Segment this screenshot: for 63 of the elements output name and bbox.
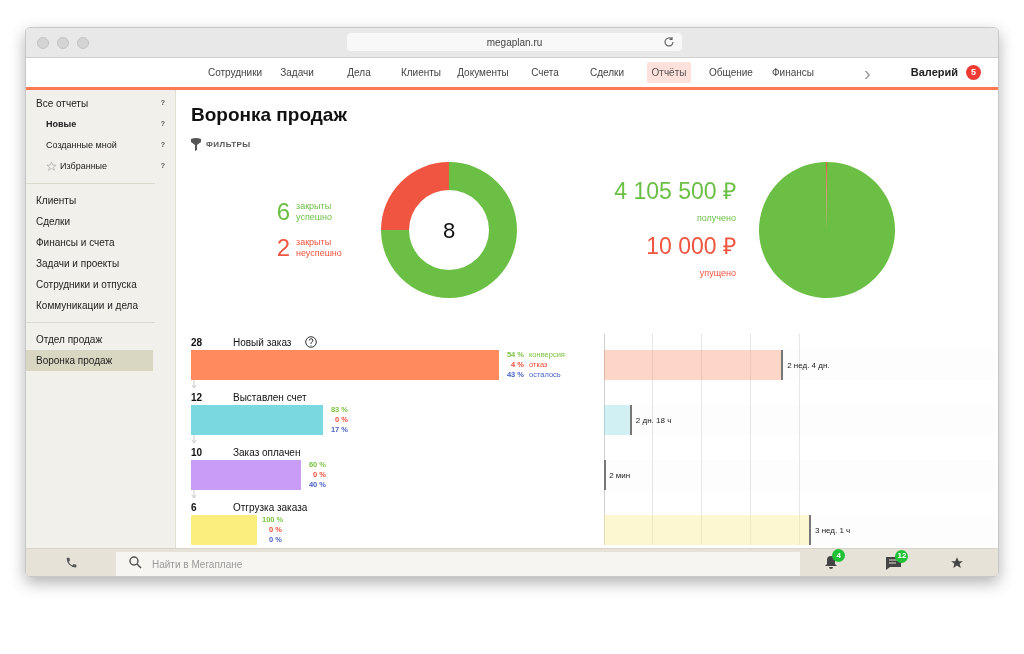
down-arrow-icon xyxy=(191,490,197,499)
nav-tab[interactable]: Сделки xyxy=(584,62,630,83)
stat-value: 10 000 ₽ xyxy=(646,235,736,258)
reload-icon[interactable] xyxy=(663,36,675,48)
search-field[interactable]: Найти в Мегаплане xyxy=(116,552,800,576)
notification-badge: 5 xyxy=(966,65,981,80)
stat-label: упущено xyxy=(699,267,736,280)
stat-value: 4 105 500 ₽ xyxy=(614,179,736,203)
stat-value: 2 xyxy=(276,236,290,260)
nav-tab[interactable]: Задачи xyxy=(275,62,319,83)
sidebar-item[interactable]: Все отчеты xyxy=(36,96,161,111)
duration-label: 2 дн. 18 ч xyxy=(635,415,672,427)
down-arrow-icon xyxy=(191,435,197,444)
sidebar-item[interactable]: Клиенты xyxy=(26,190,175,211)
stage-count: 6 xyxy=(191,500,198,515)
duration-label: 2 нед. 4 дн. xyxy=(787,360,830,372)
page-title: Воронка продаж xyxy=(191,103,348,127)
count-badge: 4 xyxy=(832,549,846,562)
sidebar-subitem[interactable]: Избранные xyxy=(60,159,161,174)
url-text: megaplan.ru xyxy=(486,35,543,50)
sidebar-item[interactable]: Коммуникации и дела xyxy=(26,295,175,316)
stat-value: 6 xyxy=(276,200,290,224)
star-icon[interactable] xyxy=(949,555,964,570)
nav-tab[interactable]: Дела xyxy=(342,62,376,83)
nav-tab[interactable]: Клиенты xyxy=(395,62,447,83)
sidebar-item[interactable]: Сотрудники и отпуска xyxy=(26,274,175,295)
search-icon xyxy=(129,555,142,569)
nav-tab[interactable]: Отчёты xyxy=(646,62,692,83)
sidebar-item[interactable]: Отдел продаж xyxy=(26,329,175,350)
filters-link[interactable]: ФИЛЬТРЫ xyxy=(206,138,251,151)
user-name[interactable]: Валерий xyxy=(910,64,958,81)
nav-tab[interactable]: Общение xyxy=(704,62,758,83)
stat-label: закрыты неуспешно xyxy=(296,237,343,259)
help-icon[interactable] xyxy=(305,336,318,348)
stage-name: Заказ оплачен xyxy=(233,445,301,460)
star-icon[interactable] xyxy=(46,161,57,172)
duration-label: 3 нед. 1 ч xyxy=(814,525,851,537)
filter-icon[interactable] xyxy=(191,138,201,151)
stage-name: Новый заказ xyxy=(233,335,292,350)
total-count: 8 xyxy=(441,216,457,244)
sidebar-subitem[interactable]: Созданные мной xyxy=(46,138,161,153)
stage-count: 28 xyxy=(191,335,204,350)
stage-count: 12 xyxy=(191,390,204,405)
stat-label: получено xyxy=(696,211,736,225)
stage-count: 10 xyxy=(191,445,204,460)
stat-label: закрыты успешно xyxy=(296,201,333,223)
bell-icon[interactable] xyxy=(824,555,839,570)
nav-tab[interactable]: Сотрудники xyxy=(202,62,268,83)
count-badge: 12 xyxy=(895,549,909,563)
nav-tab[interactable]: Документы xyxy=(452,62,514,83)
sidebar-item[interactable]: Воронка продаж xyxy=(26,350,153,371)
down-arrow-icon xyxy=(191,380,197,389)
stage-name: Отгрузка заказа xyxy=(233,500,308,515)
phone-icon[interactable] xyxy=(64,556,78,569)
stage-name: Выставлен счет xyxy=(233,390,307,405)
sidebar-item[interactable]: Сделки xyxy=(26,211,175,232)
sidebar-subitem[interactable]: Новые xyxy=(46,117,161,132)
sidebar-item[interactable]: Финансы и счета xyxy=(26,232,175,253)
nav-tab[interactable]: Счета xyxy=(526,62,564,83)
sidebar-item[interactable]: Задачи и проекты xyxy=(26,253,175,274)
address-bar[interactable]: megaplan.ru xyxy=(347,33,682,51)
duration-label: 2 мин xyxy=(609,470,631,482)
nav-tab[interactable]: Финансы xyxy=(767,62,819,83)
